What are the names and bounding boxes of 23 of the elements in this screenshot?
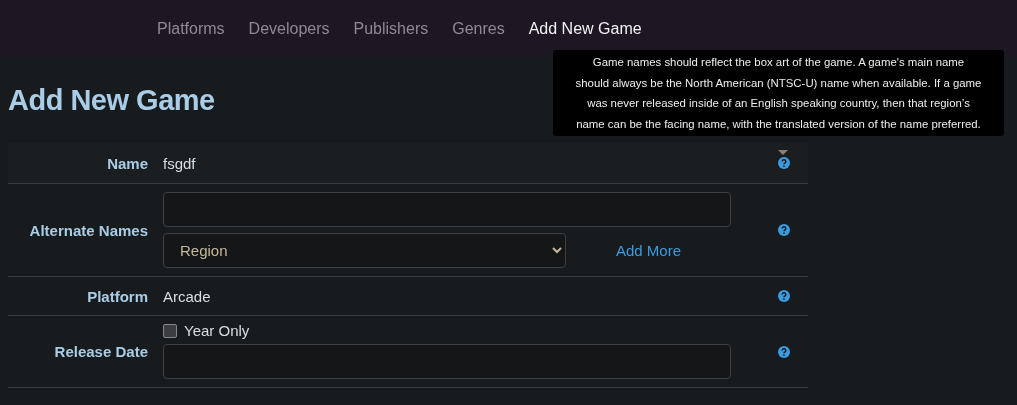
page-title: Add New Game <box>8 82 215 118</box>
checkbox[interactable] <box>163 323 177 338</box>
field-label: Release Date <box>53 343 148 360</box>
help-icon[interactable] <box>778 224 790 236</box>
field-label: Platform <box>86 287 148 305</box>
help-icon[interactable] <box>778 345 790 358</box>
nav-link[interactable]: Platforms <box>157 19 225 38</box>
add-more-link[interactable]: Add More <box>616 242 682 259</box>
nav-link[interactable]: Publishers <box>353 19 429 38</box>
field-label: Name <box>106 154 148 172</box>
checkbox-label: Year Only <box>184 322 250 339</box>
nav-link[interactable]: Add New Game <box>528 19 642 38</box>
input-field[interactable] <box>163 344 731 379</box>
field-label: Alternate Names <box>28 221 148 239</box>
help-icon[interactable] <box>778 157 790 169</box>
tooltip: Game names should reflect the box art of the game. A game's main name should always be the North American (NTSC-U) name when available. If a game was never released inside of an English speaking country, then that region’s name can be the facing name, with the translated version of the name preferred. <box>553 50 1004 136</box>
nav-link[interactable]: Genres <box>452 19 505 38</box>
region-dropdown[interactable]: Region <box>163 233 566 268</box>
help-icon[interactable] <box>778 290 790 302</box>
nav-link[interactable]: Developers <box>248 19 330 38</box>
field-value: fsgdf <box>163 154 197 172</box>
field-value: Arcade <box>163 287 212 305</box>
input-field[interactable] <box>163 192 731 227</box>
